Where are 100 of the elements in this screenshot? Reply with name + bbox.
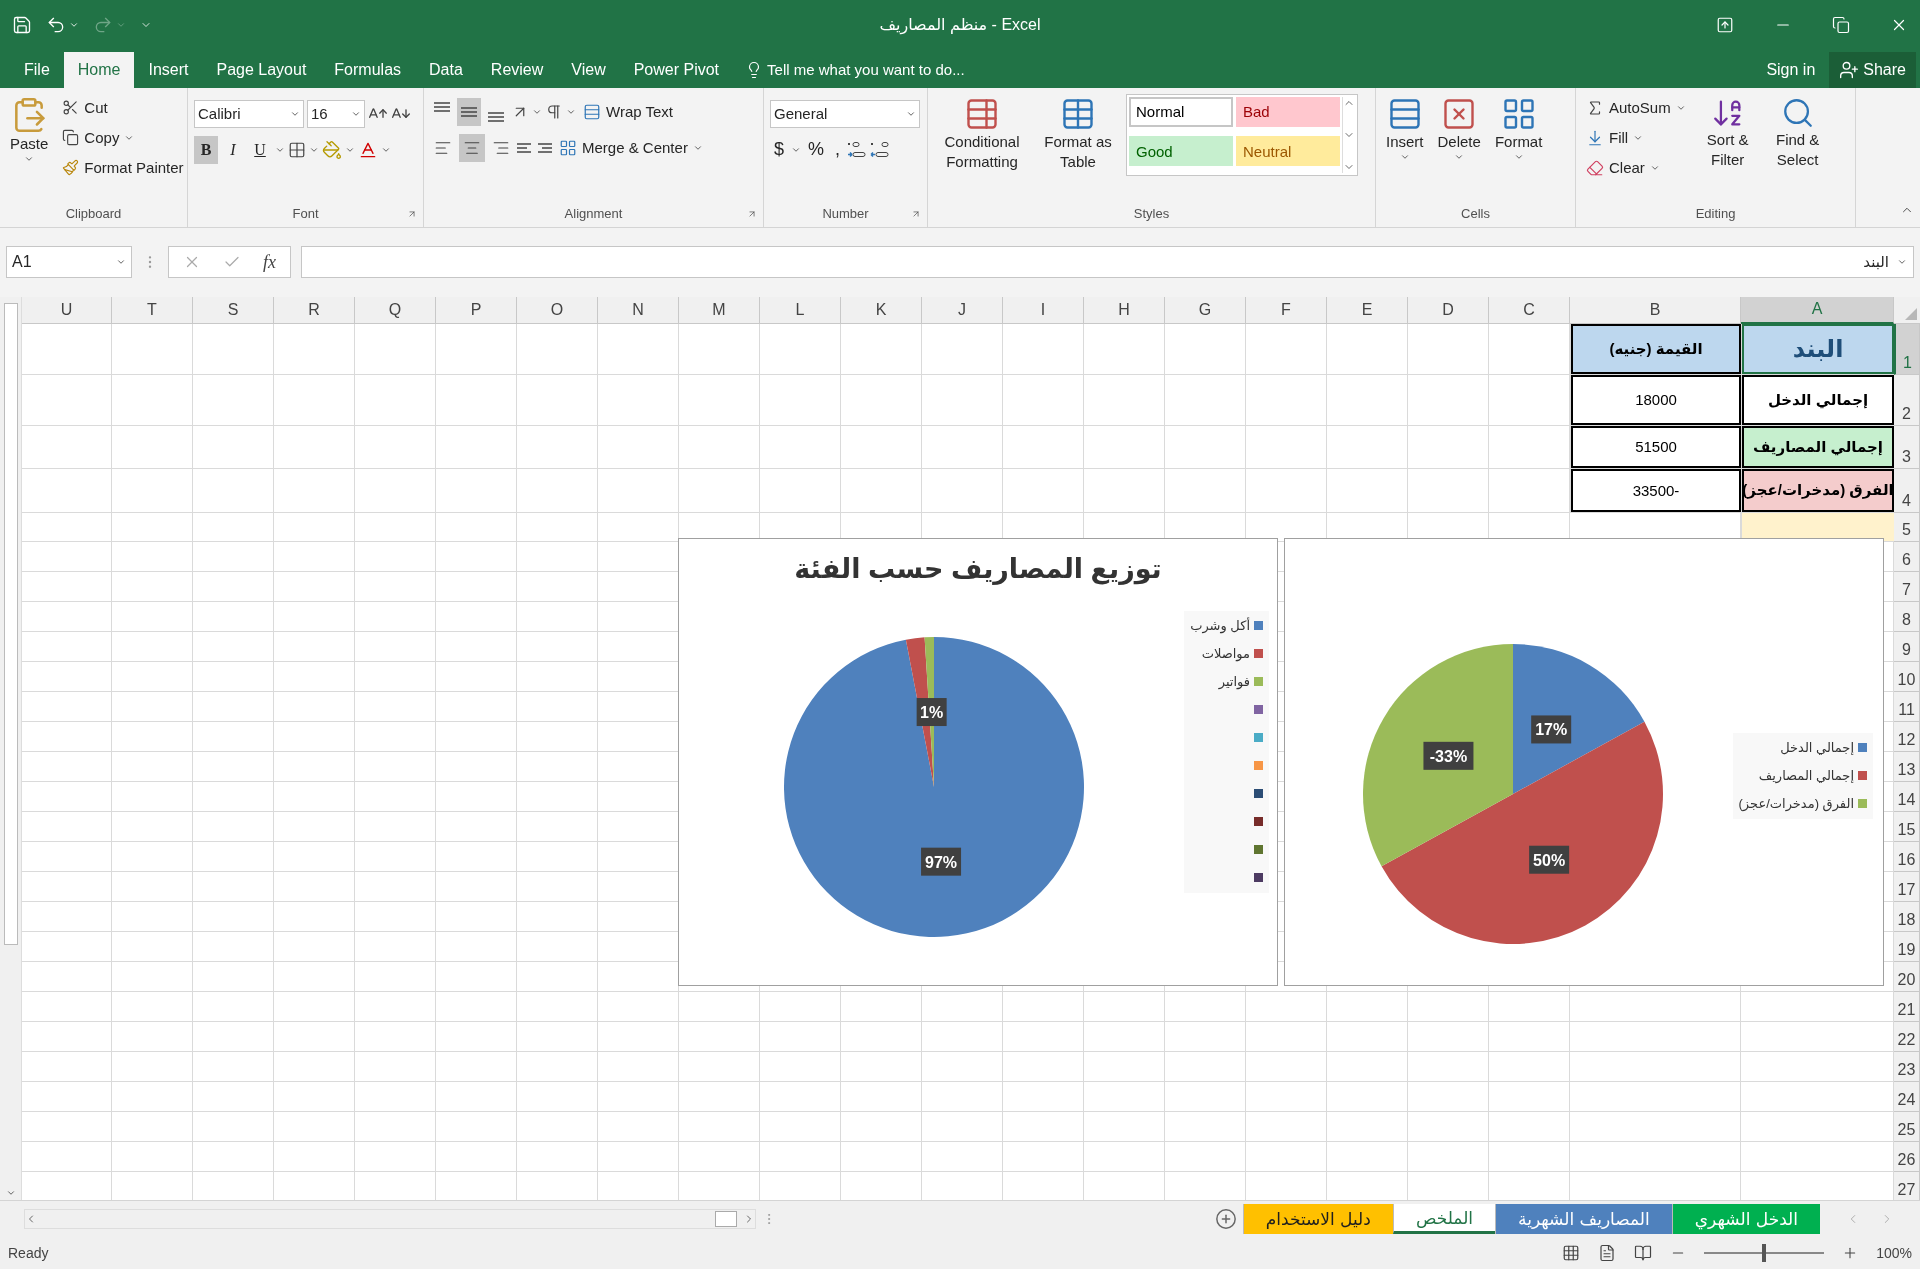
font-style-button[interactable]: B xyxy=(194,135,218,164)
row-header[interactable]: 15 xyxy=(1894,811,1920,842)
row-header[interactable]: 23 xyxy=(1894,1051,1920,1082)
row-header[interactable]: 9 xyxy=(1894,631,1920,662)
row-header[interactable]: 10 xyxy=(1894,661,1920,692)
row-header[interactable]: 4 xyxy=(1894,468,1920,513)
clear-button[interactable]: Clear xyxy=(1582,153,1690,182)
ribbon-tab[interactable]: Formulas xyxy=(320,51,416,88)
fill-color-icon[interactable] xyxy=(322,139,342,160)
row-header[interactable]: 24 xyxy=(1894,1081,1920,1112)
row-header[interactable]: 27 xyxy=(1894,1171,1920,1201)
vertical-scrollbar[interactable] xyxy=(0,296,22,1201)
row-header[interactable]: 8 xyxy=(1894,601,1920,632)
font-style-button[interactable]: U xyxy=(248,135,272,164)
ribbon-tab[interactable]: Insert xyxy=(134,51,203,88)
ribbon-display-icon[interactable] xyxy=(1716,15,1734,34)
row-header[interactable]: 22 xyxy=(1894,1021,1920,1052)
cells-button[interactable]: Format xyxy=(1490,93,1547,201)
sort-filter-button[interactable]: Sort & Filter xyxy=(1695,93,1760,201)
page-layout-icon[interactable] xyxy=(1598,1244,1617,1262)
column-header[interactable]: Q xyxy=(355,296,436,324)
scroll-thumb[interactable] xyxy=(715,1211,737,1228)
row-header[interactable]: 19 xyxy=(1894,931,1920,962)
column-header[interactable]: S xyxy=(193,296,274,324)
sheet-tab[interactable]: المصاريف الشهرية xyxy=(1495,1204,1672,1235)
column-header[interactable]: K xyxy=(841,296,922,324)
column-header[interactable]: M xyxy=(679,296,760,324)
find-select-button[interactable]: Find & Select xyxy=(1765,93,1830,201)
row-header[interactable]: 11 xyxy=(1894,691,1920,722)
restore-icon[interactable] xyxy=(1832,15,1850,34)
column-header[interactable]: F xyxy=(1246,296,1327,324)
comma-button[interactable]: , xyxy=(831,135,845,164)
column-header[interactable]: C xyxy=(1489,296,1570,324)
row-header[interactable]: 17 xyxy=(1894,871,1920,902)
format-as-table-button[interactable]: Format as Table xyxy=(1036,93,1120,201)
column-header[interactable]: D xyxy=(1408,296,1489,324)
ribbon-tab[interactable]: Home xyxy=(63,51,135,88)
page-break-icon[interactable] xyxy=(1634,1244,1653,1262)
cell-style-option[interactable]: Neutral xyxy=(1236,136,1340,167)
row-header[interactable]: 21 xyxy=(1894,991,1920,1022)
column-header[interactable]: P xyxy=(436,296,517,324)
name-box[interactable]: A1 xyxy=(6,246,132,279)
currency-button[interactable]: $ xyxy=(770,135,788,164)
column-header[interactable]: J xyxy=(922,296,1003,324)
ribbon-tab[interactable]: View xyxy=(557,51,620,88)
column-header[interactable]: H xyxy=(1084,296,1165,324)
column-header[interactable]: I xyxy=(1003,296,1084,324)
cell-style-option[interactable]: Bad xyxy=(1236,96,1340,127)
row-header[interactable]: 3 xyxy=(1894,425,1920,469)
row-header[interactable]: 2 xyxy=(1894,374,1920,426)
row-header[interactable]: 20 xyxy=(1894,961,1920,992)
column-header[interactable]: R xyxy=(274,296,355,324)
column-header[interactable]: N xyxy=(598,296,679,324)
zoom-thumb[interactable] xyxy=(1762,1244,1767,1262)
sheet-tab[interactable]: الملخص xyxy=(1392,1204,1496,1235)
percent-button[interactable]: % xyxy=(804,135,829,164)
row-header[interactable]: 1 xyxy=(1894,323,1920,375)
cell-style-option[interactable]: Normal xyxy=(1129,96,1233,127)
column-header[interactable]: B xyxy=(1570,296,1741,324)
ribbon-tab[interactable]: Page Layout xyxy=(202,51,321,88)
ribbon-tab[interactable]: Review xyxy=(476,51,558,88)
wrap-text-button[interactable]: Wrap Text xyxy=(579,97,677,126)
row-header[interactable]: 14 xyxy=(1894,781,1920,812)
row-header[interactable]: 12 xyxy=(1894,721,1920,752)
font-name-dropdown[interactable]: Calibri xyxy=(194,99,304,128)
formula-field[interactable]: البند xyxy=(301,246,1914,279)
vertical-align-button[interactable] xyxy=(457,97,481,126)
copy-button[interactable]: Copy xyxy=(58,123,188,152)
font-size-dropdown[interactable]: 16 xyxy=(307,99,365,128)
number-format-dropdown[interactable]: General xyxy=(770,99,920,128)
row-header[interactable]: 5 xyxy=(1894,512,1920,542)
cut-button[interactable]: Cut xyxy=(58,93,188,122)
autosum-button[interactable]: AutoSum xyxy=(1582,93,1690,122)
ribbon-tab[interactable]: File xyxy=(10,51,64,88)
add-sheet-icon[interactable] xyxy=(1214,1208,1237,1231)
column-header[interactable]: T xyxy=(112,296,193,324)
scroll-thumb[interactable] xyxy=(3,302,18,945)
paragraph-icon[interactable] xyxy=(545,102,563,121)
conditional-formatting-button[interactable]: Conditional Formatting xyxy=(934,93,1030,201)
cells-button[interactable]: Insert xyxy=(1382,93,1428,201)
borders-icon[interactable] xyxy=(288,140,306,159)
share-button[interactable]: Share xyxy=(1829,51,1916,88)
column-header[interactable]: E xyxy=(1327,296,1408,324)
dialog-launcher-icon[interactable] xyxy=(747,208,757,219)
column-header[interactable]: G xyxy=(1165,296,1246,324)
cells-button[interactable]: Delete xyxy=(1433,93,1485,201)
fill-button[interactable]: Fill xyxy=(1582,123,1690,152)
row-header[interactable]: 26 xyxy=(1894,1141,1920,1172)
ribbon-tab[interactable]: Data xyxy=(415,51,477,88)
paste-button[interactable]: Paste xyxy=(6,93,53,201)
sheet-tab[interactable]: دليل الاستخدام xyxy=(1242,1204,1393,1235)
row-header[interactable]: 7 xyxy=(1894,571,1920,602)
sign-in-link[interactable]: Sign in xyxy=(1760,51,1822,88)
horizontal-align-button[interactable] xyxy=(459,133,485,162)
font-style-button[interactable]: I xyxy=(221,135,245,164)
column-header[interactable]: O xyxy=(517,296,598,324)
row-header[interactable]: 6 xyxy=(1894,541,1920,572)
dialog-launcher-icon[interactable] xyxy=(407,208,417,219)
horizontal-scrollbar[interactable] xyxy=(24,1209,756,1230)
column-header[interactable]: U xyxy=(22,296,112,324)
